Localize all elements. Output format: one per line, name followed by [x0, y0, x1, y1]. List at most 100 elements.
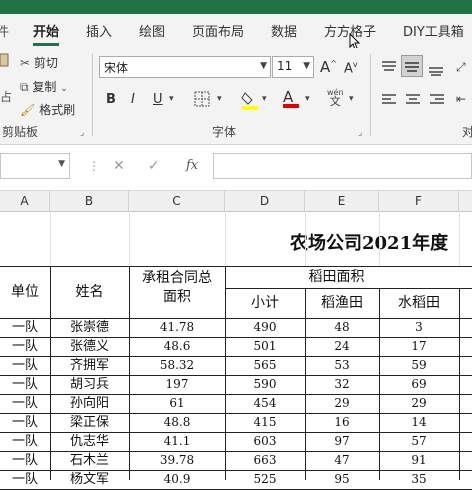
cell-unit[interactable]: 一队 — [0, 451, 50, 470]
phonetic-guide-button[interactable]: wén 文 — [327, 88, 344, 107]
cell-rice[interactable]: 91 — [379, 451, 459, 470]
align-right-button[interactable] — [429, 93, 445, 110]
clipboard-group-label: 剪贴板 — [2, 125, 39, 139]
cell-contract-area[interactable]: 197 — [129, 375, 225, 394]
align-bottom-button[interactable] — [428, 60, 444, 79]
name-box[interactable]: ▼ — [0, 153, 70, 179]
format-painter-button[interactable]: 🖌 格式刷 — [20, 101, 75, 118]
align-left-button[interactable] — [381, 93, 397, 110]
cell-subtotal[interactable]: 490 — [225, 318, 305, 337]
tab-file-fragment[interactable]: 件 — [0, 21, 9, 40]
cell-unit[interactable]: 一队 — [0, 337, 50, 356]
paste-button-fragment[interactable] — [0, 52, 10, 70]
cell-subtotal[interactable]: 663 — [225, 451, 305, 470]
cell-rice-fish[interactable]: 24 — [305, 337, 379, 356]
cell-name[interactable]: 胡习兵 — [50, 375, 129, 394]
font-name-select[interactable]: 宋体 ▼ — [99, 56, 271, 78]
cell-rice[interactable]: 3 — [379, 318, 459, 337]
column-header[interactable]: F — [379, 191, 459, 211]
cell-rice[interactable]: 57 — [379, 432, 459, 451]
cell-rice-fish[interactable]: 16 — [305, 413, 379, 432]
indent-icon[interactable]: ⇤ — [456, 92, 466, 106]
cell-rice[interactable]: 69 — [379, 375, 459, 394]
tab-home[interactable]: 开始 — [33, 21, 60, 46]
cell-rice[interactable]: 59 — [379, 356, 459, 375]
dialog-launcher-icon[interactable]: ⌟ — [358, 128, 362, 138]
align-top-button[interactable] — [381, 58, 397, 77]
font-size-select[interactable]: 11 ▼ — [272, 56, 314, 78]
cell-rice-fish[interactable]: 47 — [305, 451, 379, 470]
cut-button[interactable]: ✂ 剪切 — [20, 54, 58, 71]
cell-unit[interactable]: 一队 — [0, 356, 50, 375]
chevron-down-icon[interactable]: ▾ — [217, 94, 222, 104]
cell-contract-area[interactable]: 48.8 — [129, 413, 225, 432]
bold-button[interactable]: B — [106, 92, 116, 107]
column-header[interactable]: B — [50, 191, 129, 211]
cell-name[interactable]: 张崇德 — [50, 318, 129, 337]
formula-bar-handle[interactable]: ⋮ — [88, 159, 100, 173]
sheet-grid[interactable]: 农场公司2021年度 单位 姓名 承租合同总面积 稻田面积 小计 稻渔田 水稻田… — [0, 211, 472, 490]
cell-subtotal[interactable]: 415 — [225, 413, 305, 432]
cell-name[interactable]: 孙向阳 — [50, 394, 129, 413]
cell-subtotal[interactable]: 454 — [225, 394, 305, 413]
formula-input[interactable] — [213, 153, 472, 179]
tab-diy-toolbox[interactable]: DIY工具箱 — [403, 21, 464, 40]
font-color-button[interactable]: A — [283, 88, 299, 108]
tab-insert[interactable]: 插入 — [86, 21, 112, 40]
fill-color-button[interactable] — [241, 90, 259, 113]
cell-name[interactable]: 齐拥军 — [50, 356, 129, 375]
dialog-launcher-icon[interactable]: ⌟ — [80, 128, 84, 138]
cell-rice-fish[interactable]: 29 — [305, 394, 379, 413]
cell-contract-area[interactable]: 58.32 — [129, 356, 225, 375]
cell-unit[interactable]: 一队 — [0, 394, 50, 413]
cell-rice[interactable]: 29 — [379, 394, 459, 413]
copy-button[interactable]: ⧉ 复制 ⌄ — [20, 78, 68, 95]
orientation-icon[interactable]: ⤢ — [456, 60, 466, 75]
align-center-button[interactable] — [405, 93, 421, 110]
align-middle-button[interactable] — [401, 55, 423, 77]
grow-font-button[interactable]: A^ — [320, 58, 337, 76]
tab-page-layout[interactable]: 页面布局 — [192, 21, 244, 40]
column-header[interactable]: C — [129, 191, 225, 211]
underline-button[interactable]: U — [153, 92, 163, 107]
cell-unit[interactable]: 一队 — [0, 375, 50, 394]
cell-rice[interactable]: 17 — [379, 337, 459, 356]
shrink-font-button[interactable]: Av — [344, 60, 358, 76]
chevron-down-icon[interactable]: ⌄ — [60, 84, 68, 94]
column-header[interactable]: E — [305, 191, 379, 211]
cell-unit[interactable]: 一队 — [0, 432, 50, 451]
cell-unit[interactable]: 一队 — [0, 413, 50, 432]
borders-button[interactable] — [194, 91, 210, 110]
cell-name[interactable]: 石木兰 — [50, 451, 129, 470]
cell-contract-area[interactable]: 39.78 — [129, 451, 225, 470]
chevron-down-icon[interactable]: ▾ — [305, 94, 310, 104]
cell-name[interactable]: 张德义 — [50, 337, 129, 356]
cancel-icon[interactable]: ✕ — [113, 158, 125, 174]
column-header[interactable]: D — [225, 191, 305, 211]
column-header[interactable]: A — [0, 191, 50, 211]
enter-icon[interactable]: ✓ — [148, 158, 160, 174]
cell-contract-area[interactable]: 61 — [129, 394, 225, 413]
tab-data[interactable]: 数据 — [271, 21, 297, 40]
cell-rice-fish[interactable]: 48 — [305, 318, 379, 337]
cell-rice-fish[interactable]: 32 — [305, 375, 379, 394]
cell-rice-fish[interactable]: 53 — [305, 356, 379, 375]
italic-button[interactable]: I — [131, 92, 135, 107]
cell-subtotal[interactable]: 590 — [225, 375, 305, 394]
cell-rice-fish[interactable]: 97 — [305, 432, 379, 451]
cell-rice[interactable]: 14 — [379, 413, 459, 432]
chevron-down-icon[interactable]: ▾ — [169, 94, 174, 104]
chevron-down-icon[interactable]: ▾ — [262, 94, 267, 104]
cell-name[interactable]: 仇志华 — [50, 432, 129, 451]
chevron-down-icon[interactable]: ▾ — [349, 94, 354, 104]
cell-subtotal[interactable]: 501 — [225, 337, 305, 356]
insert-function-button[interactable]: fx — [186, 158, 198, 173]
cell-name[interactable]: 梁正保 — [50, 413, 129, 432]
cell-subtotal[interactable]: 565 — [225, 356, 305, 375]
cell-contract-area[interactable]: 41.1 — [129, 432, 225, 451]
cell-unit[interactable]: 一队 — [0, 318, 50, 337]
cell-contract-area[interactable]: 48.6 — [129, 337, 225, 356]
cell-subtotal[interactable]: 603 — [225, 432, 305, 451]
cell-contract-area[interactable]: 41.78 — [129, 318, 225, 337]
tab-draw[interactable]: 绘图 — [139, 21, 165, 40]
